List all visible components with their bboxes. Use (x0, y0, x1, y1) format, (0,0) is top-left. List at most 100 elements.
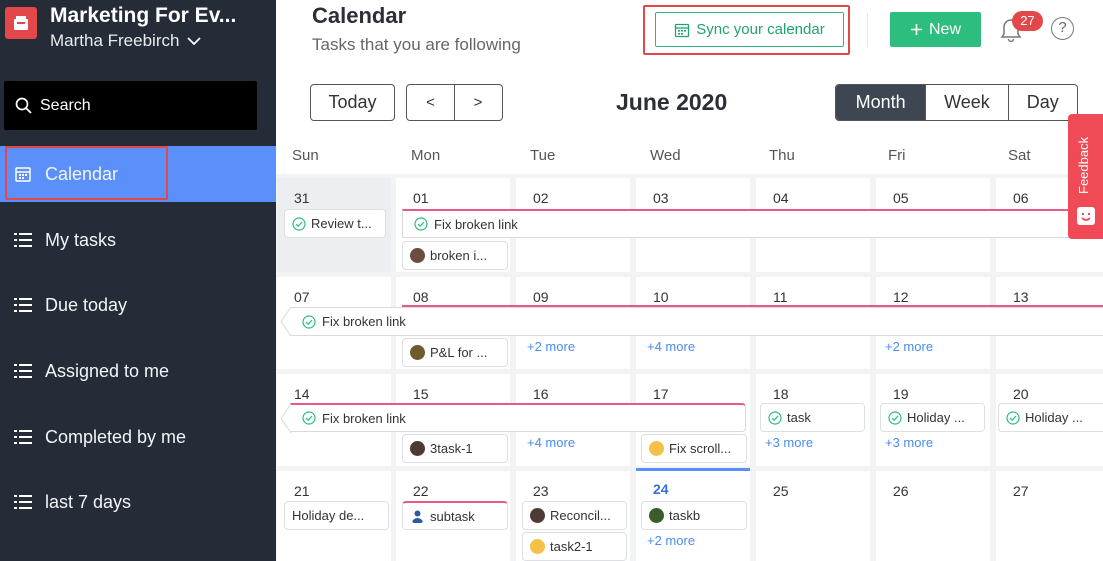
event-title: Review t... (311, 216, 372, 231)
check-circle-icon (888, 410, 902, 425)
more-link[interactable]: +3 more (765, 435, 813, 450)
page-header: Calendar Tasks that you are following Sy… (276, 0, 1103, 66)
event-chip[interactable]: task (760, 403, 865, 432)
event-chip[interactable]: 3task-1 (402, 434, 508, 463)
day-number: 20 (1013, 386, 1029, 402)
list-icon (14, 364, 32, 378)
day-number: 17 (653, 386, 669, 402)
event-title: Fix broken link (322, 314, 406, 329)
sidebar-item-label: Due today (45, 294, 128, 315)
next-month-button[interactable]: > (454, 84, 503, 121)
event-chip[interactable]: P&L for ... (402, 338, 508, 367)
event-title: taskb (669, 508, 701, 523)
avatar (410, 345, 425, 360)
day-number: 08 (413, 289, 429, 305)
feedback-face-icon (1077, 207, 1095, 225)
event-title: Holiday de... (292, 508, 365, 523)
sync-calendar-button[interactable]: Sync your calendar (655, 12, 844, 47)
check-circle-icon (1006, 410, 1020, 425)
page-title: Calendar (312, 3, 407, 28)
check-circle-icon (414, 217, 428, 231)
day-number: 26 (893, 483, 909, 499)
day-number: 16 (533, 386, 549, 402)
day-number: 14 (294, 386, 310, 402)
current-month-label: June 2020 (616, 89, 728, 115)
event-chip[interactable]: Review t... (284, 209, 386, 238)
day-number: 01 (413, 190, 429, 206)
event-title: Holiday ... (1025, 410, 1083, 425)
today-button[interactable]: Today (310, 84, 395, 121)
event-chip[interactable]: subtask (402, 501, 508, 530)
day-number: 09 (533, 289, 549, 305)
day-cell[interactable]: 25 (756, 471, 870, 561)
new-button[interactable]: New (890, 12, 981, 47)
event-chip[interactable]: Holiday ... (880, 403, 985, 432)
list-icon (14, 495, 32, 509)
workspace-name[interactable]: Marketing For Ev... (50, 4, 236, 28)
day-number: 07 (294, 289, 310, 305)
event-bar[interactable]: Fix broken link (290, 403, 746, 432)
event-title: P&L for ... (430, 345, 488, 360)
user-menu[interactable]: Martha Freebirch (50, 31, 202, 51)
highlight-box (5, 146, 168, 200)
event-title: broken i... (430, 248, 488, 263)
sidebar-item-assigned-to-me[interactable]: Assigned to me (0, 343, 276, 399)
help-icon[interactable]: ? (1051, 17, 1074, 40)
event-chip[interactable]: Fix scroll... (641, 434, 747, 463)
day-number: 05 (893, 190, 909, 206)
sidebar-item-due-today[interactable]: Due today (0, 277, 276, 333)
event-bar[interactable]: Fix broken link (402, 209, 1103, 238)
more-link[interactable]: +4 more (647, 339, 695, 354)
weekday-header: Fri (876, 138, 996, 174)
event-chip[interactable]: Holiday ... (998, 403, 1103, 432)
list-icon (14, 430, 32, 444)
day-number: 04 (773, 190, 789, 206)
day-cell[interactable]: 27 (996, 471, 1103, 561)
weekday-header: Sun (276, 138, 396, 174)
sidebar-item-my-tasks[interactable]: My tasks (0, 212, 276, 268)
continues-arrow-icon (280, 404, 292, 433)
check-circle-icon (302, 411, 316, 425)
calendar-icon (675, 23, 690, 37)
weekday-header: Tue (516, 138, 636, 174)
search-button[interactable]: Search (4, 81, 257, 130)
sidebar-item-label: My tasks (45, 229, 117, 250)
list-icon (14, 298, 32, 312)
more-link[interactable]: +4 more (527, 435, 575, 450)
weekday-header: Wed (636, 138, 756, 174)
day-number: 21 (294, 483, 310, 499)
event-title: task2-1 (550, 539, 593, 554)
event-chip[interactable]: broken i... (402, 241, 508, 270)
event-title: task (787, 410, 811, 425)
workspace-logo-icon[interactable] (5, 7, 37, 39)
view-day-button[interactable]: Day (1007, 85, 1077, 120)
sidebar-item-completed-by-me[interactable]: Completed by me (0, 409, 276, 465)
feedback-tab[interactable]: Feedback (1068, 114, 1103, 239)
day-number: 24 (653, 481, 669, 497)
sidebar-item-last-7-days[interactable]: last 7 days (0, 474, 276, 530)
avatar (530, 539, 545, 554)
event-chip[interactable]: Holiday de... (284, 501, 389, 530)
event-chip[interactable]: taskb (641, 501, 747, 530)
day-number: 06 (1013, 190, 1029, 206)
view-week-button[interactable]: Week (925, 85, 1007, 120)
prev-month-button[interactable]: < (406, 84, 455, 121)
more-link[interactable]: +2 more (527, 339, 575, 354)
view-month-button[interactable]: Month (836, 85, 926, 120)
plus-icon (910, 24, 922, 35)
event-chip[interactable]: task2-1 (522, 532, 627, 561)
view-switcher: Month Week Day (835, 84, 1078, 121)
more-link[interactable]: +3 more (885, 435, 933, 450)
event-bar[interactable]: Fix broken link (290, 307, 1103, 336)
day-cell[interactable]: 26 (876, 471, 990, 561)
avatar (649, 441, 664, 456)
day-number: 27 (1013, 483, 1029, 499)
notification-badge: 27 (1012, 11, 1043, 31)
event-chip[interactable]: Reconcil... (522, 501, 627, 530)
event-title: Reconcil... (550, 508, 611, 523)
more-link[interactable]: +2 more (647, 533, 695, 548)
event-title: 3task-1 (430, 441, 473, 456)
more-link[interactable]: +2 more (885, 339, 933, 354)
month-calendar: Sun Mon Tue Wed Thu Fri Sat 31 01 02 03 … (276, 138, 1103, 561)
sidebar-item-calendar[interactable]: Calendar (0, 146, 276, 202)
